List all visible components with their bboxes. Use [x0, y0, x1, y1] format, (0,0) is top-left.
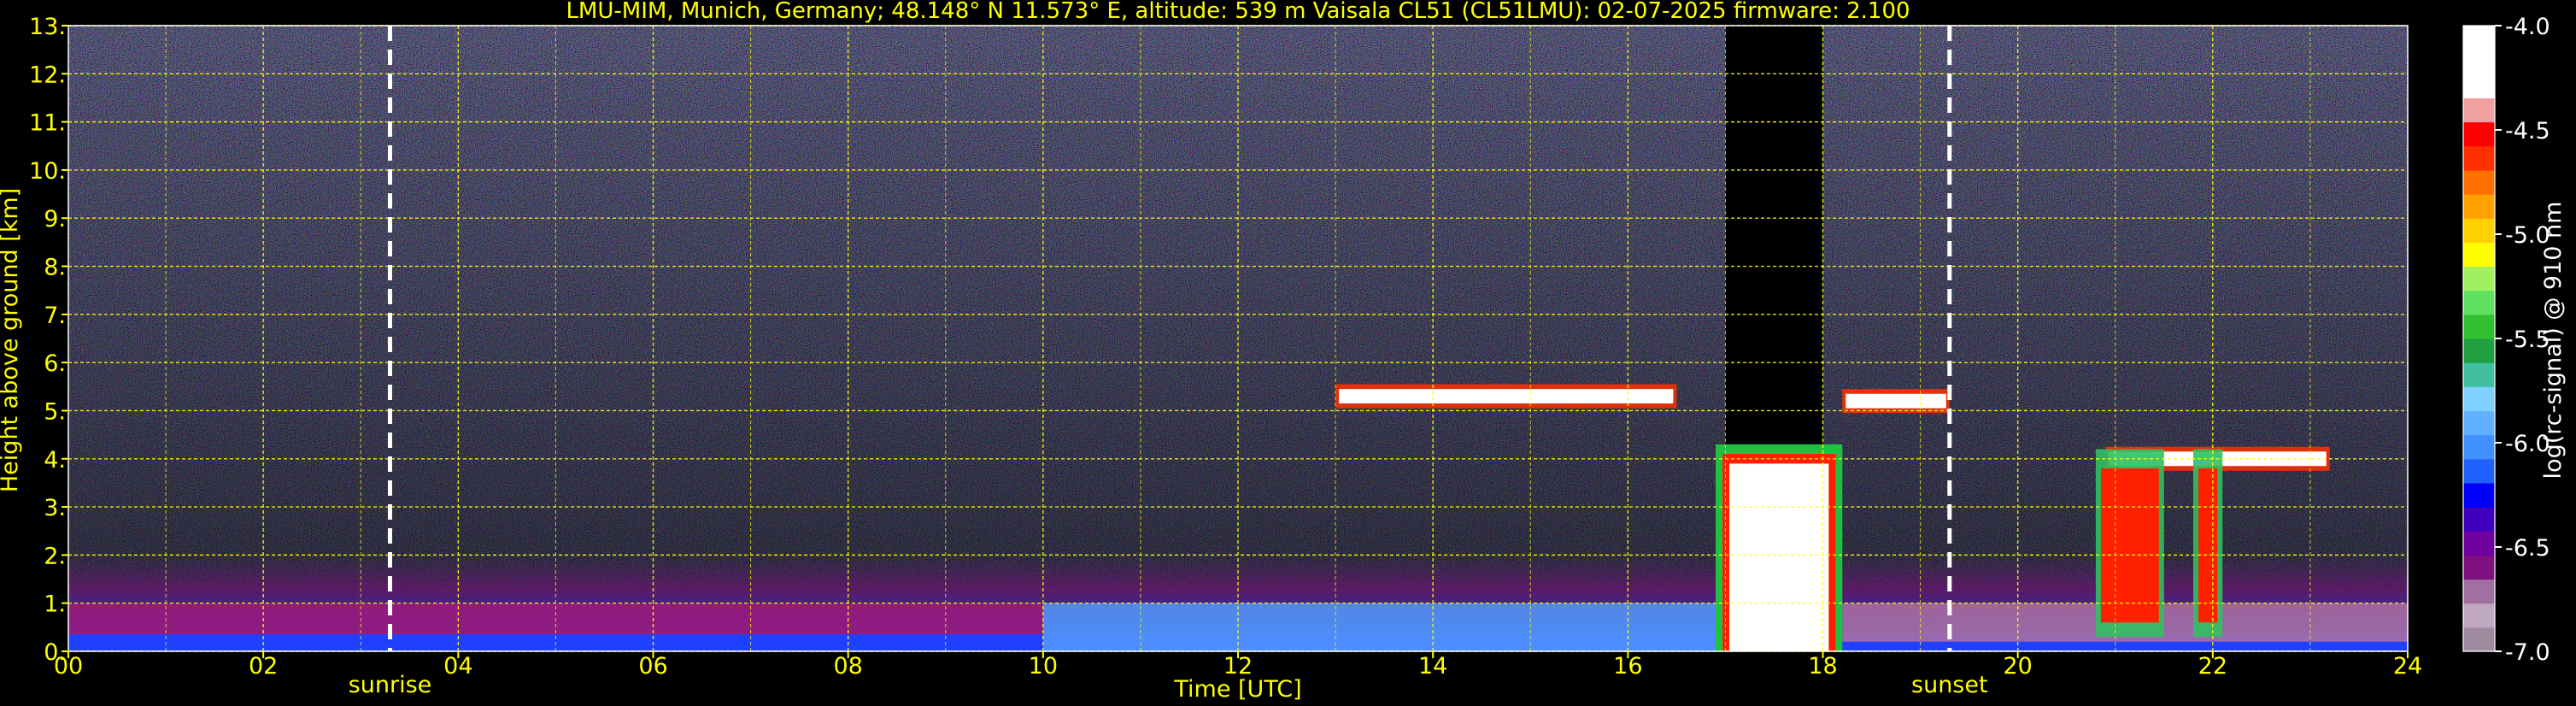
- convective-column-core-1: [2100, 468, 2159, 623]
- x-tick-label: 02: [249, 653, 278, 680]
- colorbar-tick-label: -4.5: [2505, 118, 2550, 144]
- colorbar-label: log(rc-signal) @ 910 nm: [2540, 202, 2567, 479]
- colorbar-tick-label: -4.0: [2505, 14, 2550, 40]
- y-tick-label: 5.: [44, 398, 66, 425]
- colorbar-segment: [2463, 266, 2495, 291]
- y-tick-label: 8.: [44, 255, 66, 281]
- colorbar-segment: [2463, 314, 2495, 339]
- x-tick-label: 04: [443, 653, 472, 680]
- colorbar-segment: [2463, 26, 2495, 50]
- cloud-layer-1: [1339, 389, 1674, 404]
- sunrise-label: sunrise: [349, 672, 432, 698]
- y-tick-label: 3.: [44, 495, 66, 521]
- colorbar-segment: [2463, 531, 2495, 556]
- y-tick-label: 9.: [44, 206, 66, 232]
- colorbar-segment: [2463, 145, 2495, 171]
- x-tick-label: 10: [1029, 653, 1058, 680]
- x-tick-label: 22: [2198, 653, 2227, 680]
- y-tick-label: 0.: [44, 639, 66, 666]
- colorbar-segment: [2463, 386, 2495, 412]
- colorbar-segment: [2463, 194, 2495, 219]
- colorbar-segment: [2463, 121, 2495, 147]
- colorbar-segment: [2463, 555, 2495, 580]
- x-tick-label: 16: [1613, 653, 1642, 680]
- boundary-layer-light: [1042, 603, 1726, 651]
- x-tick-label: 20: [2003, 653, 2032, 680]
- x-tick-label: 14: [1418, 653, 1447, 680]
- colorbar-segment: [2463, 410, 2495, 436]
- sunset-label: sunset: [1911, 672, 1988, 698]
- y-tick-label: 7.: [44, 303, 66, 329]
- y-tick-label: 2.: [44, 543, 66, 569]
- x-tick-label: 08: [833, 653, 862, 680]
- y-tick-label: 1.: [44, 591, 66, 618]
- y-tick-label: 13.: [29, 14, 66, 40]
- colorbar-segment: [2463, 290, 2495, 315]
- colorbar-segment: [2463, 458, 2495, 484]
- colorbar-segment: [2463, 434, 2495, 460]
- colorbar-tick-label: -6.5: [2505, 535, 2550, 562]
- precip-core: [1729, 463, 1829, 651]
- colorbar-segment: [2463, 338, 2495, 363]
- colorbar-segment: [2463, 97, 2495, 123]
- y-axis-label: Height above ground [km]: [0, 188, 23, 492]
- colorbar-segment: [2463, 50, 2495, 74]
- convective-column-core-2: [2198, 468, 2218, 623]
- colorbar: -4.0-4.5-5.0-5.5-6.0-6.5-7.0: [2462, 14, 2550, 666]
- ceilometer-chart: sunrise sunset00 02 04 06 08 10 12 14 16 18 20 22 240…: [0, 0, 2567, 703]
- colorbar-segment: [2463, 362, 2495, 387]
- y-tick-label: 11.: [29, 110, 66, 137]
- y-tick-label: 6.: [44, 350, 66, 377]
- colorbar-segment: [2463, 482, 2495, 508]
- y-tick-label: 10.: [29, 158, 66, 185]
- colorbar-segment: [2463, 218, 2495, 243]
- x-tick-label: 24: [2393, 653, 2422, 680]
- colorbar-segment: [2463, 74, 2495, 99]
- chart-title: LMU-MIM, Munich, Germany; 48.148° N 11.5…: [566, 0, 1910, 24]
- colorbar-tick-label: -7.0: [2505, 639, 2550, 666]
- x-tick-label: 18: [1808, 653, 1837, 680]
- colorbar-segment: [2463, 507, 2495, 532]
- y-tick-label: 4.: [44, 447, 66, 474]
- colorbar-segment: [2463, 242, 2495, 268]
- x-tick-label: 06: [638, 653, 667, 680]
- colorbar-segment: [2463, 603, 2495, 628]
- y-tick-label: 12.: [29, 62, 66, 88]
- colorbar-segment: [2463, 579, 2495, 604]
- colorbar-segment: [2463, 169, 2495, 195]
- plot-area: sunrise sunset00 02 04 06 08 10 12 14 16 18 20 22 240…: [29, 14, 2422, 698]
- cloud-layer-2: [1845, 393, 1946, 409]
- x-axis-label: Time [UTC]: [1173, 676, 1301, 703]
- colorbar-segment: [2463, 627, 2495, 652]
